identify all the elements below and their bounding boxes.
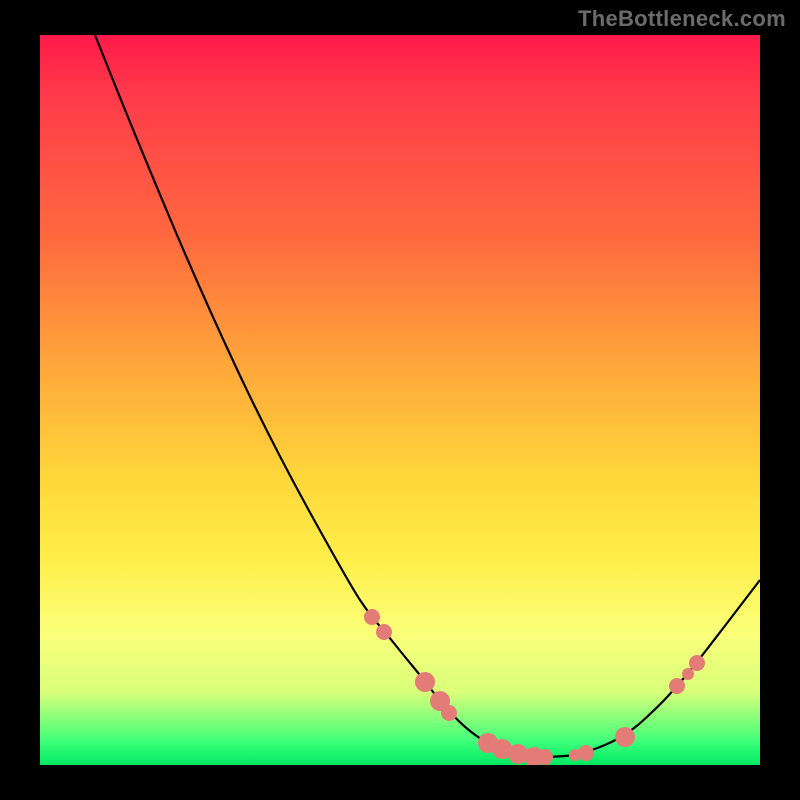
curve-layer bbox=[40, 35, 760, 765]
curve-marker bbox=[669, 678, 685, 694]
curve-marker bbox=[615, 727, 635, 747]
bottleneck-curve bbox=[95, 35, 760, 757]
curve-marker bbox=[682, 668, 694, 680]
marker-layer bbox=[364, 609, 705, 765]
curve-marker bbox=[689, 655, 705, 671]
curve-marker bbox=[537, 749, 553, 765]
curve-marker bbox=[441, 705, 457, 721]
curve-marker bbox=[415, 672, 435, 692]
chart-frame: TheBottleneck.com bbox=[0, 0, 800, 800]
curve-marker bbox=[578, 745, 594, 761]
curve-marker bbox=[376, 624, 392, 640]
curve-marker bbox=[364, 609, 380, 625]
plot-area bbox=[40, 35, 760, 765]
watermark-label: TheBottleneck.com bbox=[578, 6, 786, 32]
